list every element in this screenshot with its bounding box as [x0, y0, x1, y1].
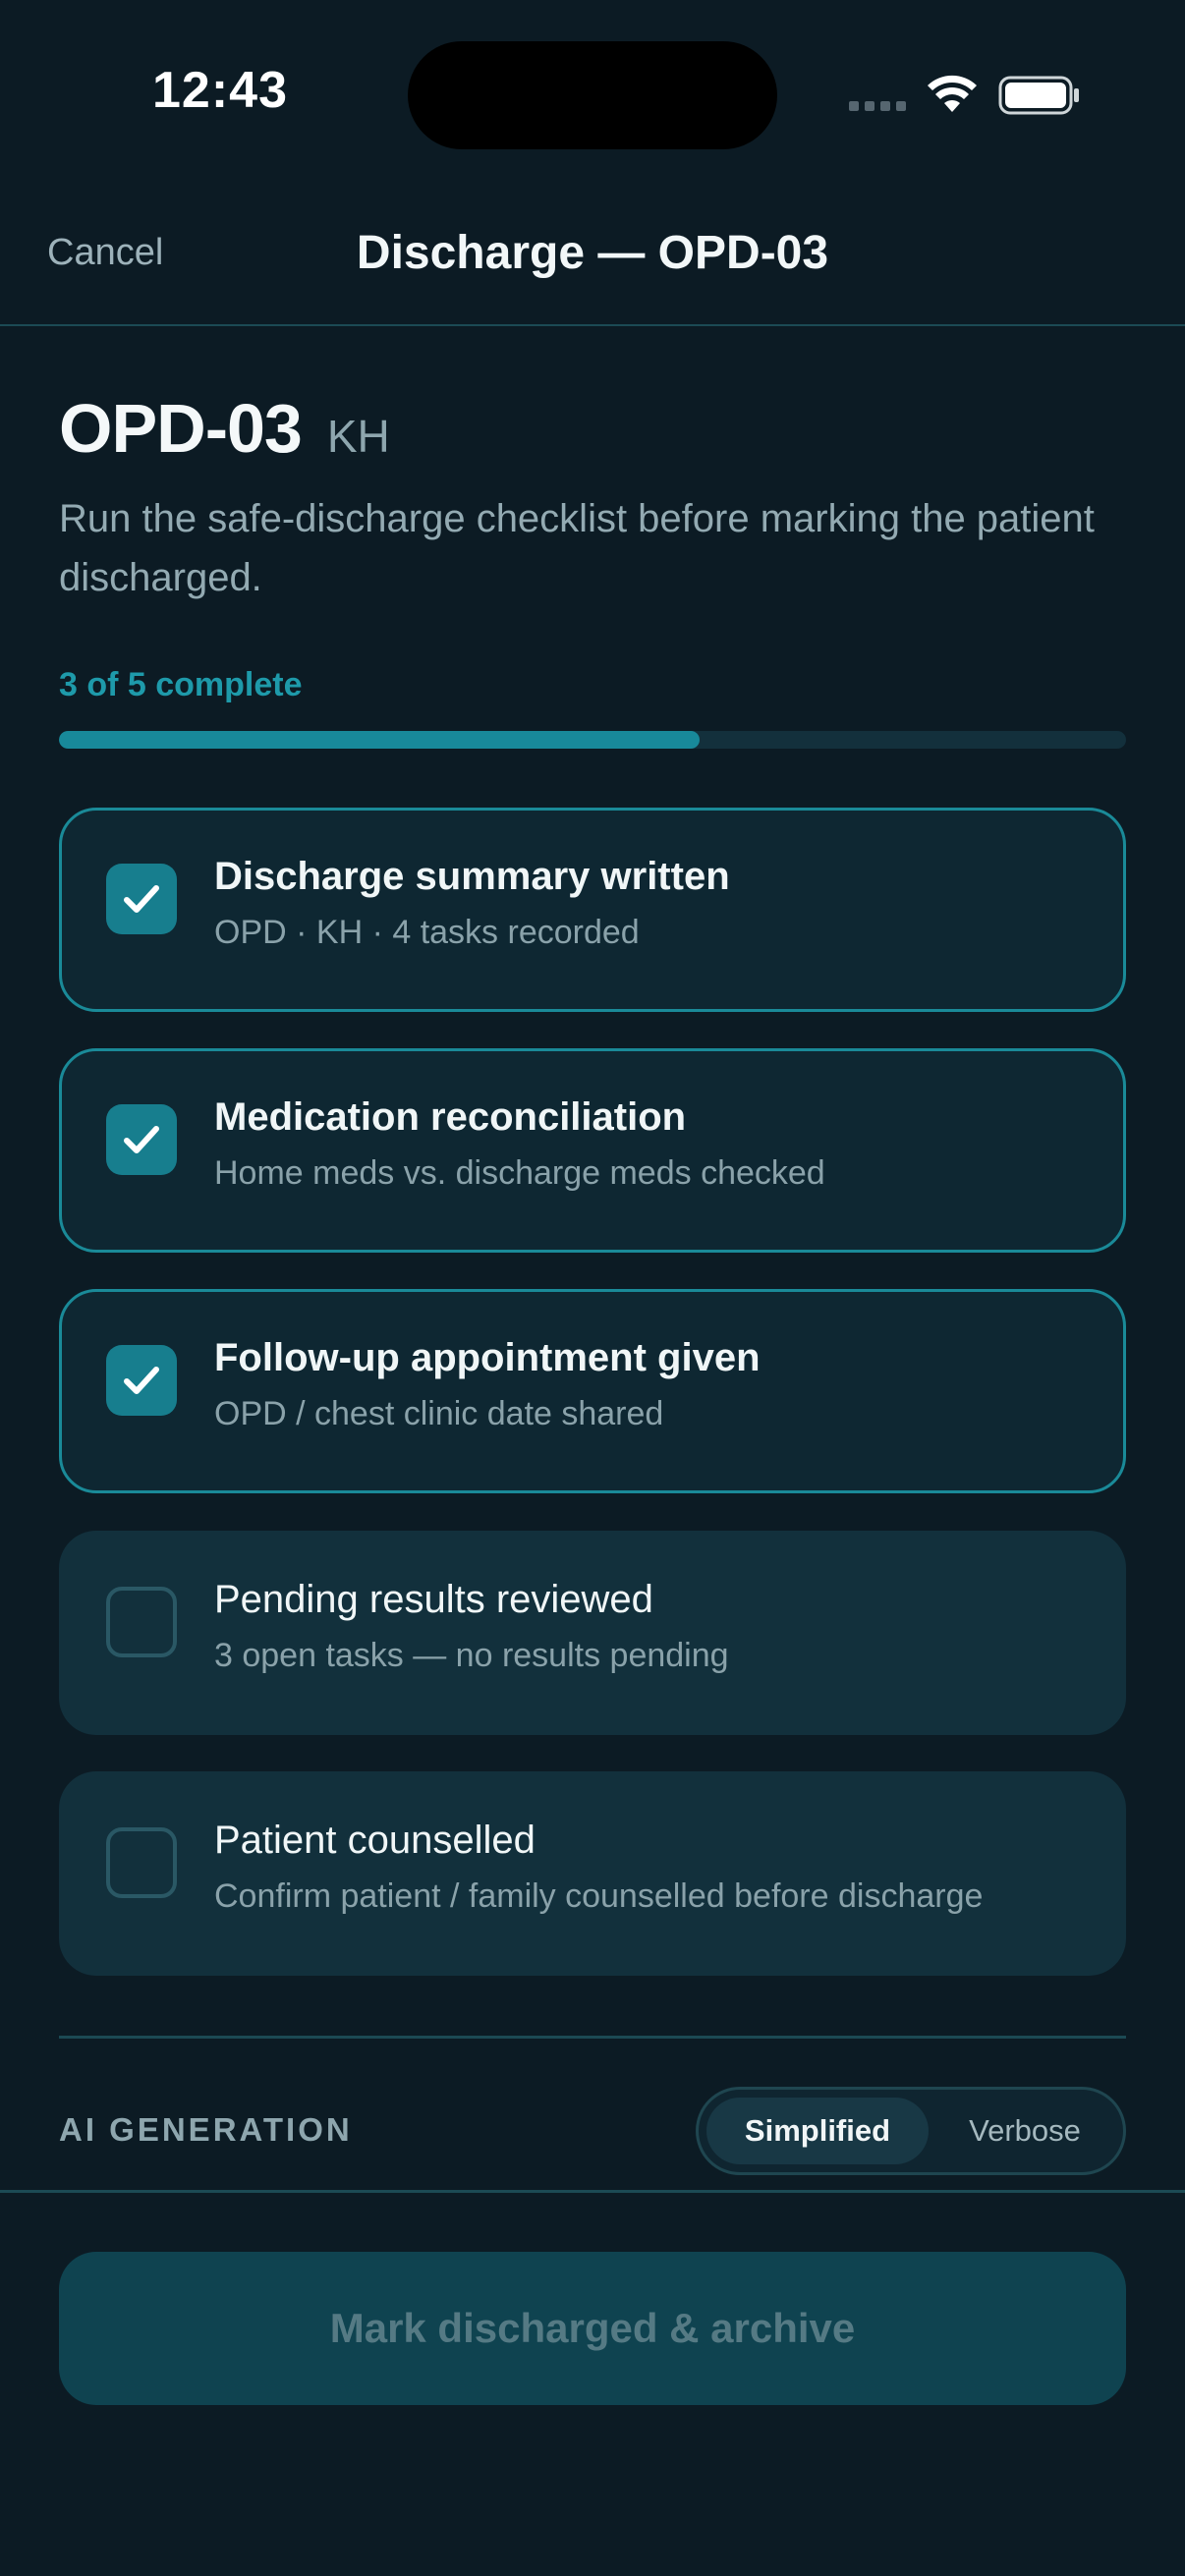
checkbox[interactable] [106, 1827, 177, 1898]
segment-verbose[interactable]: Verbose [936, 2098, 1113, 2164]
instructions-text: Run the safe-discharge checklist before … [59, 497, 1095, 599]
progress-bar-fill [59, 731, 700, 749]
battery-icon [998, 76, 1079, 115]
checkmark-icon [124, 1367, 159, 1394]
checklist-item-subtitle: OPD / chest clinic date shared [214, 1395, 664, 1432]
checkbox-checked[interactable] [106, 1104, 177, 1175]
segment-simplified[interactable]: Simplified [706, 2098, 929, 2164]
status-bar: 12:43 [0, 0, 1185, 187]
checklist-item-patient-counselled[interactable]: Patient counselled Confirm patient / fam… [59, 1771, 1126, 1976]
checklist-item-subtitle: Home meds vs. discharge meds checked [214, 1154, 825, 1192]
checkmark-icon [124, 1126, 159, 1153]
nav-title: Discharge — OPD-03 [356, 227, 829, 279]
wifi-icon [928, 75, 977, 112]
ai-mode-segmented-control: Simplified Verbose [696, 2087, 1126, 2175]
checkbox[interactable] [106, 1587, 177, 1657]
checklist-item-subtitle: 3 open tasks — no results pending [214, 1637, 729, 1674]
section-divider [59, 2036, 1126, 2039]
dynamic-island [408, 41, 777, 149]
mark-discharged-button[interactable]: Mark discharged & archive [59, 2252, 1126, 2405]
checklist-item-title: Discharge summary written [214, 855, 730, 898]
checklist-item-title: Follow-up appointment given [214, 1336, 761, 1379]
progress-bar [59, 731, 1126, 749]
patient-initials: KH [326, 411, 390, 462]
checklist-item-pending-results[interactable]: Pending results reviewed 3 open tasks — … [59, 1531, 1126, 1735]
checklist-item-discharge-summary[interactable]: Discharge summary written OPD · KH · 4 t… [59, 808, 1126, 1012]
checklist-item-follow-up[interactable]: Follow-up appointment given OPD / chest … [59, 1289, 1126, 1493]
checklist-item-medication-reconciliation[interactable]: Medication reconciliation Home meds vs. … [59, 1048, 1126, 1253]
footer-divider [0, 2190, 1185, 2193]
checkmark-icon [124, 885, 159, 913]
checkbox-checked[interactable] [106, 864, 177, 934]
patient-id: OPD-03 [59, 390, 303, 467]
status-time: 12:43 [152, 62, 288, 119]
navigation-bar: Cancel Discharge — OPD-03 [0, 187, 1185, 326]
checklist-item-subtitle: Confirm patient / family counselled befo… [214, 1877, 984, 1915]
checklist-item-title: Pending results reviewed [214, 1578, 653, 1621]
cellular-signal-icon [849, 101, 906, 111]
checklist-item-subtitle: OPD · KH · 4 tasks recorded [214, 914, 640, 951]
checkbox-checked[interactable] [106, 1345, 177, 1416]
ai-generation-label: AI GENERATION [59, 2111, 353, 2148]
checklist-item-title: Patient counselled [214, 1819, 536, 1862]
checklist-item-title: Medication reconciliation [214, 1095, 687, 1139]
progress-label: 3 of 5 complete [59, 666, 303, 703]
patient-header: OPD-03 KH [59, 389, 390, 468]
